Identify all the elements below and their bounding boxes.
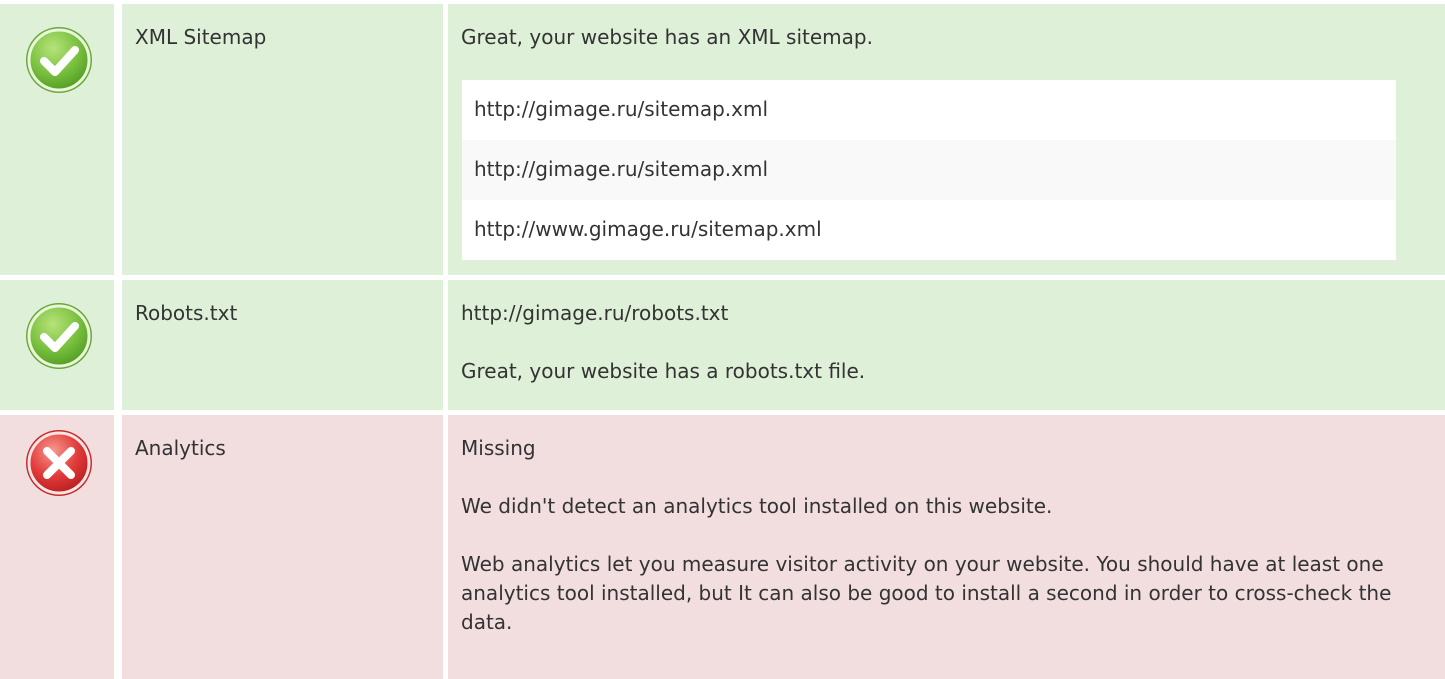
status-cell — [0, 415, 114, 679]
sitemap-url: http://gimage.ru/sitemap.xml — [462, 140, 1396, 200]
sitemap-url-list: http://gimage.ru/sitemap.xml http://gima… — [462, 80, 1396, 260]
name-cell: XML Sitemap — [122, 4, 443, 275]
check-name: XML Sitemap — [135, 25, 267, 49]
status-cell — [0, 4, 114, 275]
detail-cell: Great, your website has an XML sitemap. … — [448, 4, 1445, 275]
check-icon — [26, 27, 92, 93]
detail-cell: Missing We didn't detect an analytics to… — [448, 415, 1445, 679]
check-message: Great, your website has an XML sitemap. — [461, 25, 873, 49]
robots-url: http://gimage.ru/robots.txt — [461, 301, 729, 325]
check-name: Robots.txt — [135, 301, 238, 325]
check-row-analytics: Analytics Missing We didn't detect an an… — [0, 415, 1445, 679]
check-message: Great, your website has a robots.txt fil… — [461, 359, 866, 383]
name-cell: Analytics — [122, 415, 443, 679]
detail-cell: http://gimage.ru/robots.txt Great, your … — [448, 280, 1445, 410]
sitemap-url: http://gimage.ru/sitemap.xml — [474, 97, 769, 121]
check-row-xml-sitemap: XML Sitemap Great, your website has an X… — [0, 4, 1445, 275]
status-cell — [0, 280, 114, 410]
check-value: Missing — [461, 436, 536, 460]
cross-icon — [26, 430, 92, 496]
check-advice: Web analytics let you measure visitor ac… — [461, 552, 1392, 634]
sitemap-url: http://www.gimage.ru/sitemap.xml — [474, 217, 822, 241]
check-icon — [26, 303, 92, 369]
name-cell: Robots.txt — [122, 280, 443, 410]
check-row-robots-txt: Robots.txt http://gimage.ru/robots.txt G… — [0, 280, 1445, 410]
check-message: We didn't detect an analytics tool insta… — [461, 494, 1053, 518]
check-name: Analytics — [135, 436, 226, 460]
